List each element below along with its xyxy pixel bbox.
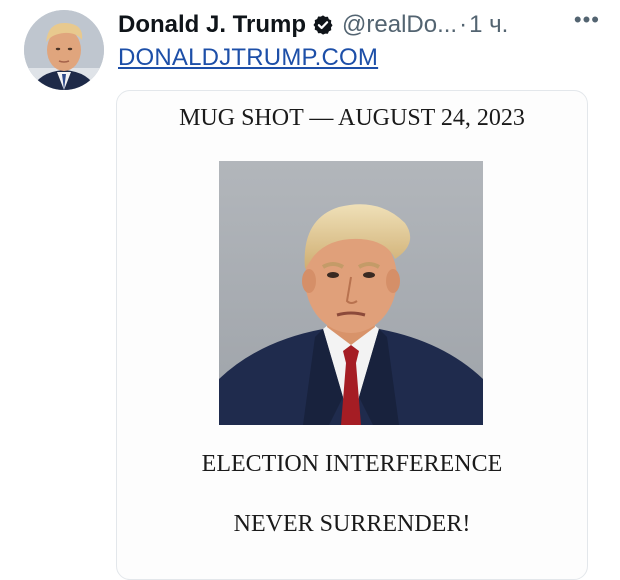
header-separator: · xyxy=(459,11,468,38)
author-handle[interactable]: @realDo... xyxy=(342,11,457,39)
card-caption-bottom: NEVER SURRENDER! xyxy=(233,511,471,537)
media-card[interactable]: MUG SHOT — AUGUST 24, 2023 ELECTION INTE… xyxy=(116,90,588,580)
avatar-image xyxy=(24,10,104,90)
card-caption-top: MUG SHOT — AUGUST 24, 2023 xyxy=(179,105,525,131)
tweet-timestamp[interactable]: 1 ч. xyxy=(469,11,508,39)
author-name[interactable]: Donald J. Trump xyxy=(118,11,306,39)
tweet-header: Donald J. Trump @realDo... · 1 ч. ••• xyxy=(118,8,600,42)
card-caption-middle: ELECTION INTERFERENCE xyxy=(201,451,503,477)
mugshot-image xyxy=(219,161,483,425)
mugshot-photo[interactable] xyxy=(219,161,483,425)
tweet-link[interactable]: DONALDJTRUMP.COM xyxy=(118,44,378,72)
verified-badge-icon xyxy=(312,14,334,36)
more-options-icon[interactable]: ••• xyxy=(574,9,600,41)
avatar[interactable] xyxy=(24,10,104,90)
